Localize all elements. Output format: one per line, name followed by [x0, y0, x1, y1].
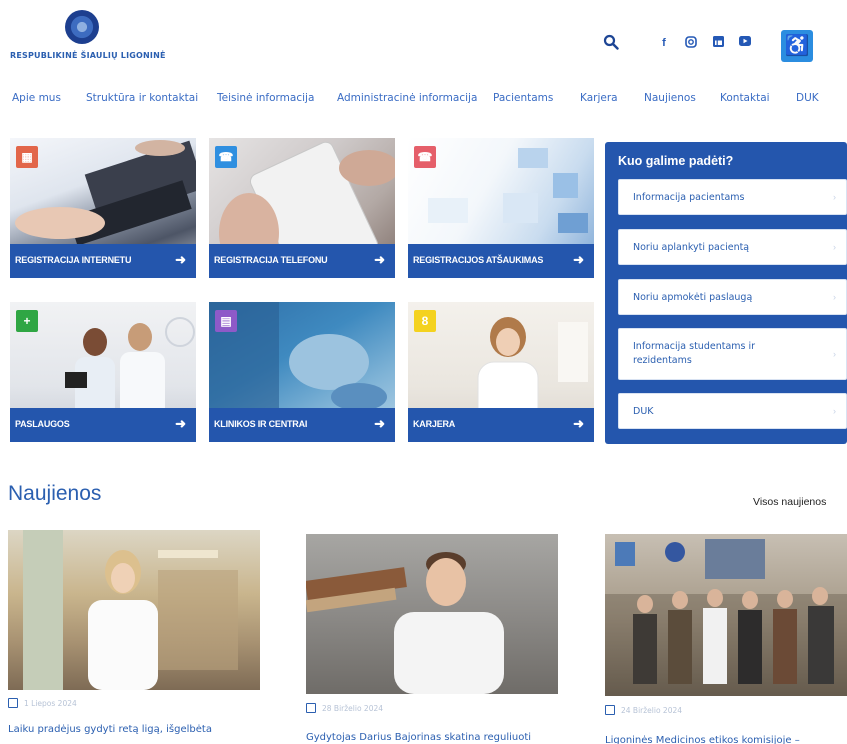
news-card[interactable]: 1 Liepos 2024 Laiku pradėjus gydyti retą… [0, 526, 290, 744]
nav-item-pacientams[interactable]: Pacientams [493, 92, 553, 104]
phone-badge-icon: ☎ [215, 146, 237, 168]
news-date: 24 Birželio 2024 [621, 706, 683, 715]
nav-item-struktura[interactable]: Struktūra ir kontaktai [86, 92, 198, 104]
search-button[interactable] [603, 34, 623, 54]
arrow-right-icon: ➜ [175, 416, 186, 431]
help-item-label: Noriu apmokėti paslaugą [633, 292, 753, 303]
nav-item-teisine[interactable]: Teisinė informacija [217, 92, 314, 104]
career-badge-icon: 8 [414, 310, 436, 332]
news-date: 28 Birželio 2024 [322, 704, 384, 713]
help-title: Kuo galime padėti? [618, 154, 734, 168]
calendar-badge-icon: ▦ [16, 146, 38, 168]
tile-registracijos-atsaukimas[interactable]: ☎ REGISTRACIJOS ATŠAUKIMAS ➜ [408, 138, 594, 278]
logo-text: RESPUBLIKINĖ ŠIAULIŲ LIGONINĖ [10, 51, 166, 60]
calendar-icon [8, 698, 18, 708]
arrow-right-icon: ➜ [573, 252, 584, 267]
calendar-icon [306, 703, 316, 713]
tile-label: KARJERA [413, 419, 456, 429]
help-item-apmoketi-paslauga[interactable]: Noriu apmokėti paslaugą › [618, 279, 847, 315]
arrow-right-icon: ➜ [374, 252, 385, 267]
nav-item-duk[interactable]: DUK [796, 92, 819, 104]
site-header: RESPUBLIKINĖ ŠIAULIŲ LIGONINĖ f ♿ [0, 0, 847, 80]
facebook-icon[interactable]: f [657, 36, 671, 50]
tile-bar: REGISTRACIJA INTERNETU ➜ [10, 244, 196, 278]
building-badge-icon: ▤ [215, 310, 237, 332]
arrow-right-icon: ➜ [573, 416, 584, 431]
nav-item-karjera[interactable]: Karjera [580, 92, 618, 104]
tile-label: REGISTRACIJA TELEFONU [214, 255, 328, 265]
news-card-image [305, 534, 558, 694]
main-nav: Apie mus Struktūra ir kontaktai Teisinė … [0, 92, 847, 112]
news-card-image [8, 530, 260, 690]
instagram-icon[interactable] [684, 36, 698, 50]
nav-item-apie-mus[interactable]: Apie mus [12, 92, 61, 104]
chevron-right-icon: › [833, 242, 836, 252]
accessibility-button[interactable]: ♿ [781, 30, 813, 62]
youtube-icon[interactable] [738, 36, 752, 50]
chevron-right-icon: › [833, 349, 836, 359]
help-item-duk[interactable]: DUK › [618, 393, 847, 429]
tile-paslaugos[interactable]: + PASLAUGOS ➜ [10, 302, 196, 442]
arrow-right-icon: ➜ [374, 416, 385, 431]
tile-label: PASLAUGOS [15, 419, 70, 429]
medical-kit-badge-icon: + [16, 310, 38, 332]
help-item-label: Informacija pacientams [633, 192, 745, 203]
hospital-logo[interactable]: RESPUBLIKINĖ ŠIAULIŲ LIGONINĖ [10, 10, 170, 65]
tile-label: REGISTRACIJA INTERNETU [15, 255, 132, 265]
tile-registracija-telefonu[interactable]: ☎ REGISTRACIJA TELEFONU ➜ [209, 138, 395, 278]
nav-item-naujienos[interactable]: Naujienos [644, 92, 696, 104]
news-date: 1 Liepos 2024 [24, 699, 77, 708]
news-card[interactable]: 28 Birželio 2024 Gydytojas Darius Bajori… [300, 526, 590, 744]
tile-label: KLINIKOS IR CENTRAI [214, 419, 308, 429]
search-icon [603, 34, 619, 50]
chevron-right-icon: › [833, 406, 836, 416]
help-item-aplankyti-pacienta[interactable]: Noriu aplankyti pacientą › [618, 229, 847, 265]
tile-label: REGISTRACIJOS ATŠAUKIMAS [413, 255, 544, 265]
news-card[interactable]: 24 Birželio 2024 Ligoninės Medicinos eti… [600, 526, 847, 744]
help-item-studentams-rezidentams[interactable]: Informacija studentams ir rezidentams › [618, 328, 847, 380]
nav-item-administracine[interactable]: Administracinė informacija [337, 92, 477, 104]
tile-bar: PASLAUGOS ➜ [10, 408, 196, 442]
nav-item-kontaktai[interactable]: Kontaktai [720, 92, 770, 104]
tile-bar: REGISTRACIJOS ATŠAUKIMAS ➜ [408, 244, 594, 278]
calendar-icon [605, 705, 615, 715]
tile-registracija-internetu[interactable]: ▦ REGISTRACIJA INTERNETU ➜ [10, 138, 196, 278]
logo-emblem-icon [65, 10, 99, 44]
tile-bar: KLINIKOS IR CENTRAI ➜ [209, 408, 395, 442]
news-headline[interactable]: Ligoninės Medicinos etikos komisijoje – [605, 735, 800, 744]
help-item-label: DUK [633, 406, 654, 417]
news-section-title: Naujienos [8, 482, 102, 505]
help-item-label: Noriu aplankyti pacientą [633, 242, 750, 253]
tile-bar: KARJERA ➜ [408, 408, 594, 442]
phone-cancel-badge-icon: ☎ [414, 146, 436, 168]
wheelchair-icon: ♿ [784, 35, 810, 57]
chevron-right-icon: › [833, 292, 836, 302]
news-card-image [605, 534, 847, 696]
tile-bar: REGISTRACIJA TELEFONU ➜ [209, 244, 395, 278]
news-headline[interactable]: Laiku pradėjus gydyti retą ligą, išgelbė… [8, 724, 212, 735]
tile-karjera[interactable]: 8 KARJERA ➜ [408, 302, 594, 442]
help-item-informacija-pacientams[interactable]: Informacija pacientams › [618, 179, 847, 215]
news-headline[interactable]: Gydytojas Darius Bajorinas skatina regul… [306, 732, 531, 743]
help-item-label: Informacija studentams ir rezidentams [633, 341, 756, 366]
all-news-link[interactable]: Visos naujienos [753, 496, 826, 508]
tile-klinikos-ir-centrai[interactable]: ▤ KLINIKOS IR CENTRAI ➜ [209, 302, 395, 442]
help-panel: Kuo galime padėti? Informacija pacientam… [605, 142, 847, 444]
chevron-right-icon: › [833, 192, 836, 202]
arrow-right-icon: ➜ [175, 252, 186, 267]
linkedin-icon[interactable] [711, 36, 725, 50]
